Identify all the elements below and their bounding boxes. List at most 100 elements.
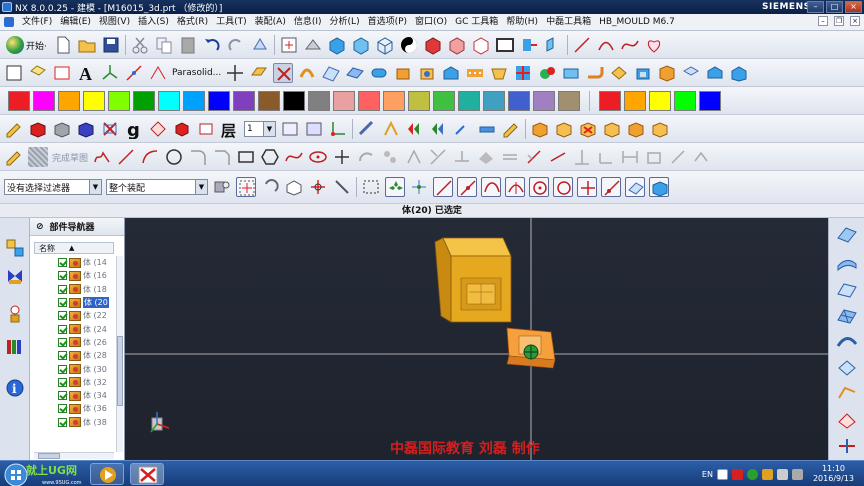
sew-icon[interactable] (836, 436, 858, 456)
minimize-button[interactable]: – (807, 1, 824, 13)
color-swatch[interactable] (283, 91, 305, 111)
snap-point-on-surface-icon[interactable] (625, 177, 645, 197)
color-swatch[interactable] (383, 91, 405, 111)
menu-preferences[interactable]: 首选项(P) (364, 15, 411, 30)
color-swatch[interactable] (558, 91, 580, 111)
finish-sketch-grid-icon[interactable] (28, 147, 48, 167)
visibility-checkbox[interactable] (58, 271, 67, 281)
network-tray-icon[interactable] (776, 468, 788, 480)
help-tray-icon[interactable] (716, 468, 728, 480)
face-analysis-icon[interactable] (471, 35, 491, 55)
color-swatch[interactable] (599, 91, 621, 111)
start-button[interactable]: 开始· (4, 35, 49, 55)
visibility-checkbox[interactable] (58, 404, 67, 414)
menu-info[interactable]: 信息(I) (290, 15, 326, 30)
measure-angle-icon[interactable] (381, 119, 401, 139)
sketch-mirror-icon[interactable] (404, 147, 424, 167)
wcs-icon[interactable] (328, 119, 348, 139)
sketch-dimension-icon[interactable] (620, 147, 640, 167)
shaded-edges-icon[interactable] (351, 35, 371, 55)
taskbar-media-player[interactable] (90, 463, 124, 485)
gray-block-icon[interactable] (52, 119, 72, 139)
color-swatch[interactable] (699, 91, 721, 111)
visibility-checkbox[interactable] (58, 364, 67, 374)
close-button[interactable]: × (845, 1, 862, 13)
select-snap-icon[interactable] (332, 177, 352, 197)
security-tray-icon[interactable] (746, 468, 758, 480)
scrollbar-thumb[interactable] (38, 453, 60, 459)
undo-selection-icon[interactable] (260, 177, 280, 197)
snap-quadrant-icon[interactable] (409, 177, 429, 197)
color-swatch[interactable] (483, 91, 505, 111)
visibility-checkbox[interactable] (58, 311, 67, 321)
snap-points-icon[interactable] (385, 177, 405, 197)
snap-body-icon[interactable] (649, 177, 669, 197)
thicken-icon[interactable] (345, 63, 365, 83)
profile-icon[interactable] (92, 147, 112, 167)
mould-block-body[interactable] (434, 237, 512, 323)
layer-category-icon[interactable] (304, 119, 324, 139)
snap-quadrant-point-icon[interactable] (553, 177, 573, 197)
snap-arc-center-icon[interactable] (529, 177, 549, 197)
edit-object-display-icon[interactable] (4, 119, 24, 139)
sketch-project-icon[interactable] (476, 147, 496, 167)
select-intersect-icon[interactable] (308, 177, 328, 197)
visibility-checkbox[interactable] (58, 298, 67, 308)
scrollbar-thumb[interactable] (117, 336, 123, 406)
sketch-icon[interactable] (4, 63, 24, 83)
color-swatch[interactable] (33, 91, 55, 111)
invert-display-icon[interactable] (172, 119, 192, 139)
color-swatch[interactable] (183, 91, 205, 111)
sketch-rectangle-icon[interactable] (236, 147, 256, 167)
tree-row[interactable]: 体 (18 (34, 283, 114, 296)
crosshair-point-icon[interactable] (225, 63, 245, 83)
heart-curve-icon[interactable] (644, 35, 664, 55)
work-layer-dropdown[interactable]: 1 ▼ (244, 121, 276, 137)
color-swatch[interactable] (433, 91, 455, 111)
menu-format[interactable]: 格式(R) (173, 15, 212, 30)
ruler-icon[interactable] (477, 119, 497, 139)
redo-icon[interactable] (226, 35, 246, 55)
color-swatch[interactable] (233, 91, 255, 111)
ruled-surface-icon[interactable] (836, 254, 858, 274)
part-navigator-icon[interactable] (5, 304, 25, 324)
measure-distance-icon[interactable] (357, 119, 377, 139)
edge-blend-icon[interactable] (585, 63, 605, 83)
visibility-checkbox[interactable] (58, 417, 67, 427)
cylinder-icon[interactable] (369, 63, 389, 83)
color-swatch[interactable] (533, 91, 555, 111)
new-file-icon[interactable] (53, 35, 73, 55)
sketch-auto-constrain-icon[interactable] (644, 147, 664, 167)
mould-part-icon[interactable] (530, 119, 550, 139)
menu-file[interactable]: 文件(F) (18, 15, 56, 30)
system-clock[interactable]: 11:10 2016/9/13 (813, 464, 854, 484)
measure-body-icon[interactable] (405, 119, 425, 139)
check-geometry-icon[interactable] (453, 119, 473, 139)
taskbar-nx-app[interactable] (130, 463, 164, 485)
sketch-polygon-icon[interactable] (260, 147, 280, 167)
g-letter-icon[interactable]: g (124, 119, 144, 139)
csys-icon[interactable] (100, 63, 120, 83)
clip-view-icon[interactable] (447, 35, 467, 55)
tree-row[interactable]: 体 (22 (34, 309, 114, 322)
visibility-checkbox[interactable] (58, 337, 67, 347)
color-swatch[interactable] (258, 91, 280, 111)
update-tray-icon[interactable] (761, 468, 773, 480)
snap-midpoint-icon[interactable] (457, 177, 477, 197)
volume-tray-icon[interactable] (791, 468, 803, 480)
transform-icon[interactable] (543, 35, 563, 55)
datum-axis-icon[interactable] (124, 63, 144, 83)
pencil-edit-icon[interactable] (501, 119, 521, 139)
boolean-subtract-icon[interactable] (537, 63, 557, 83)
cut-icon[interactable] (130, 35, 150, 55)
revolve-icon[interactable] (273, 63, 294, 83)
color-swatch[interactable] (133, 91, 155, 111)
sketch-circle-icon[interactable] (164, 147, 184, 167)
boolean-intersect-icon[interactable] (561, 63, 581, 83)
tree-row[interactable]: 体 (28 (34, 349, 114, 362)
menu-edit[interactable]: 编辑(E) (56, 15, 95, 30)
assembly-navigator-icon[interactable] (5, 238, 25, 258)
text-icon[interactable]: A (76, 63, 96, 83)
color-swatch[interactable] (308, 91, 330, 111)
extrude-icon[interactable] (249, 63, 269, 83)
